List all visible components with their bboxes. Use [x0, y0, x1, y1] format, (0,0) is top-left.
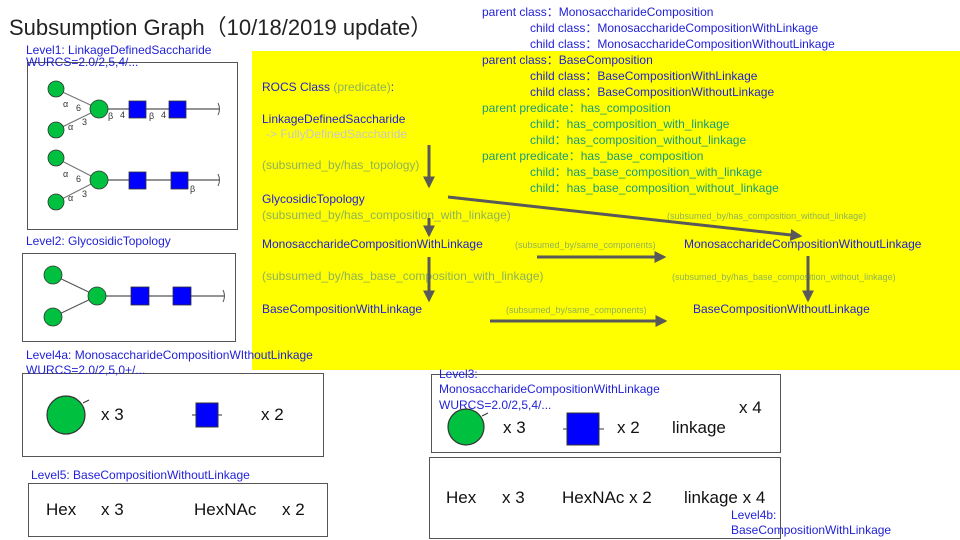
level4b-label: Level4b: — [731, 508, 777, 522]
hex-icon — [447, 408, 485, 446]
level4b-label-class: BaseCompositionWithLinkage — [731, 523, 892, 537]
level3-linkage-count: x 4 — [739, 398, 762, 417]
level4b-hex-count: x 3 — [502, 488, 525, 507]
level3-linkage: linkage — [672, 418, 726, 437]
level4b-hexnac: HexNAc x 2 — [562, 488, 652, 507]
level4b-linkage: linkage x 4 — [684, 488, 766, 507]
hexnac-icon — [566, 412, 600, 446]
level3-hex-count: x 3 — [503, 418, 526, 437]
level3-hexnac-count: x 2 — [617, 418, 640, 437]
level4b-hex: Hex — [446, 488, 477, 507]
